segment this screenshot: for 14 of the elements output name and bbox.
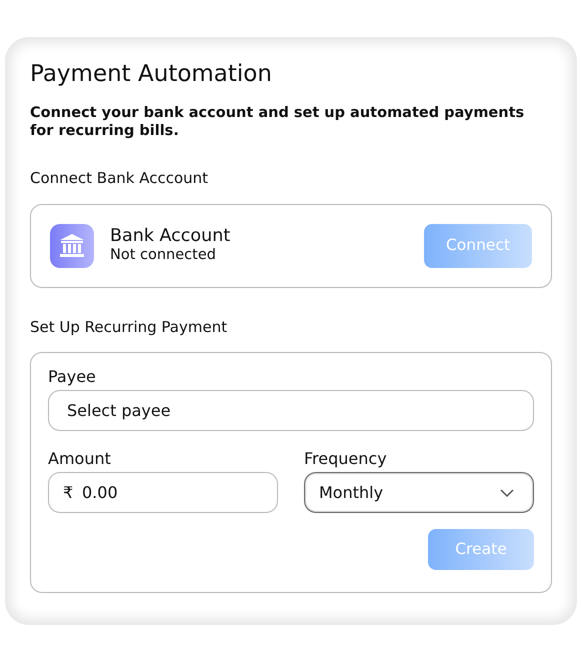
section-heading: Set Up Recurring Payment	[30, 316, 228, 338]
field-label: Frequency	[304, 448, 388, 470]
frequency-dropdown[interactable]: Monthly	[304, 472, 534, 514]
bank-icon	[50, 224, 94, 268]
currency-symbol: ₹	[63, 482, 74, 504]
account-name: Bank Account	[110, 226, 232, 248]
chevron-down-icon	[499, 488, 515, 498]
page-title: Payment Automation	[30, 60, 273, 89]
field-label: Payee	[48, 366, 97, 388]
field-label: Amount	[48, 448, 112, 470]
description: Connect your bank account and set up automated payments for recurring bills.	[30, 104, 526, 142]
connection-status: Not connected	[110, 247, 217, 265]
section-heading: Connect Bank Acccount	[30, 168, 210, 190]
payee-field[interactable]: Select payee	[48, 390, 534, 432]
